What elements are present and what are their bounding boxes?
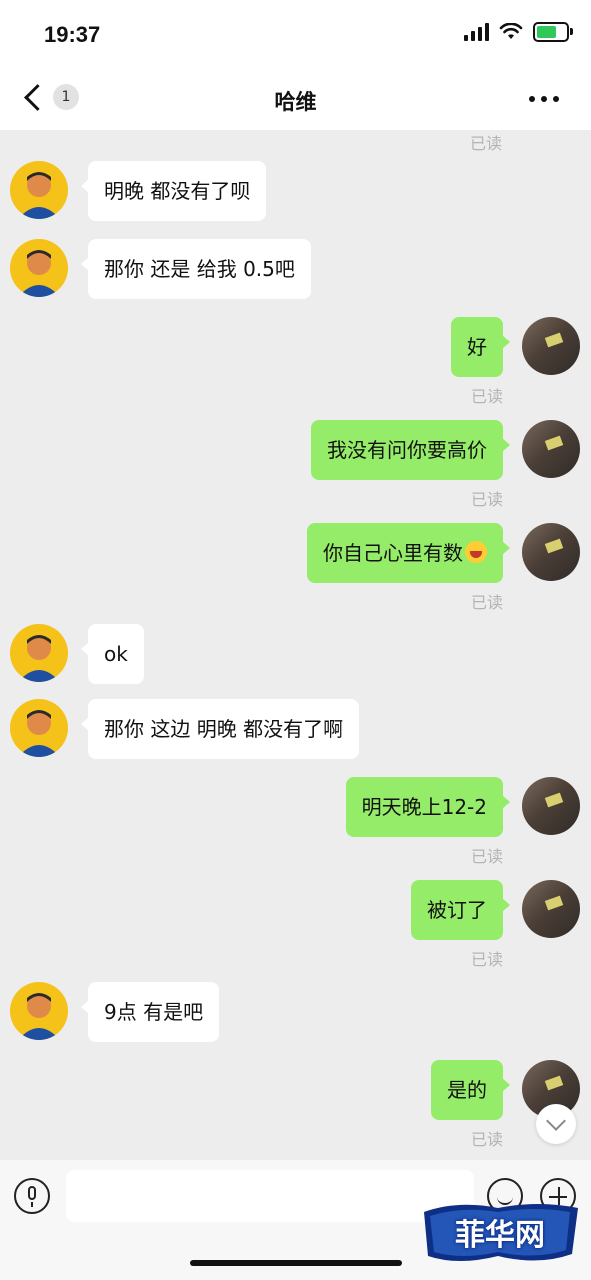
avatar[interactable] (522, 317, 580, 375)
sent-message-bubble[interactable]: 我没有问你要高价 (311, 420, 510, 480)
chat-header: 1 哈维 (0, 72, 591, 130)
avatar[interactable] (10, 161, 68, 219)
more-icon[interactable] (529, 96, 559, 102)
received-message-bubble[interactable]: 明晚 都没有了呗 (80, 161, 267, 221)
chat-title: 哈维 (274, 90, 317, 114)
watermark-text: 菲华网 (455, 1218, 545, 1253)
avatar[interactable] (522, 880, 580, 938)
received-message-bubble[interactable]: 那你 这边 明晚 都没有了啊 (80, 699, 360, 759)
avatar[interactable] (522, 777, 580, 835)
read-receipt: 已读 (470, 490, 503, 509)
status-bar: 19:37 (0, 0, 591, 72)
received-message-bubble[interactable]: 9点 有是吧 (80, 982, 220, 1042)
read-receipt: 已读 (470, 1130, 503, 1149)
laughing-face-icon (465, 541, 487, 563)
read-receipt: 已读 (470, 593, 503, 612)
sent-message-bubble[interactable]: 你自己心里有数 (307, 523, 510, 583)
watermark-logo: 菲华网 (418, 1198, 582, 1268)
avatar[interactable] (522, 523, 580, 581)
received-message-bubble[interactable]: ok (81, 624, 144, 684)
read-receipt: 已读 (470, 387, 503, 406)
status-time: 19:37 (44, 22, 101, 47)
avatar[interactable] (522, 420, 580, 478)
avatar[interactable] (10, 699, 68, 757)
message-text: 你自己心里有数 (323, 541, 463, 565)
battery-charging-icon (533, 22, 573, 42)
sent-message-bubble[interactable]: 被订了 (411, 880, 510, 940)
voice-input-icon[interactable] (14, 1178, 50, 1214)
avatar[interactable] (10, 624, 68, 682)
message-list[interactable]: 已读 明晚 都没有了呗 那你 还是 给我 0.5吧 好 已读 我没有问你要高价 … (0, 130, 591, 1160)
read-receipt: 已读 (470, 847, 503, 866)
sent-message-bubble[interactable]: 明天晚上12-2 (345, 777, 511, 837)
message-input[interactable] (66, 1170, 474, 1222)
avatar[interactable] (10, 239, 68, 297)
scroll-to-bottom-button[interactable] (536, 1104, 576, 1144)
sent-message-bubble[interactable]: 是的 (431, 1060, 510, 1120)
status-icons (464, 22, 573, 42)
read-receipt: 已读 (470, 134, 503, 153)
wifi-icon (499, 23, 523, 39)
received-message-bubble[interactable]: 那你 还是 给我 0.5吧 (81, 239, 311, 299)
sent-message-bubble[interactable]: 好 (451, 317, 510, 377)
cellular-signal-icon (464, 23, 489, 41)
chevron-down-icon (546, 1111, 566, 1131)
avatar[interactable] (10, 982, 68, 1040)
read-receipt: 已读 (470, 950, 503, 969)
home-indicator[interactable] (190, 1260, 402, 1266)
